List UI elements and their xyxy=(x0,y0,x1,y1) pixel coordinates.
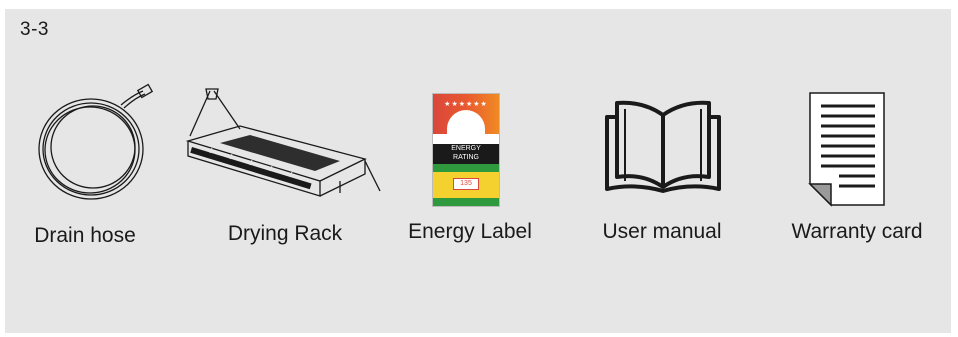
energy-label-dial xyxy=(447,110,485,144)
section-label: 3-3 xyxy=(20,19,49,40)
energy-label-green-band xyxy=(433,164,499,172)
energy-label-title-band: ENERGY RATING xyxy=(433,144,499,164)
energy-label-line2: RATING xyxy=(453,154,479,161)
warranty-card-icon xyxy=(808,92,885,207)
item-label: Drain hose xyxy=(34,224,136,247)
energy-label-icon: ★★★★★★ ENERGY RATING 135 xyxy=(432,93,500,207)
energy-label-stars: ★★★★★★ xyxy=(444,101,488,108)
energy-label-footer-band xyxy=(433,198,499,206)
item-label: Warranty card xyxy=(791,220,923,243)
item-label: Drying Rack xyxy=(227,222,343,245)
accessories-panel: 3-3 Drain hose Drying Rack ★★★★★★ ENERGY… xyxy=(5,9,951,333)
energy-label-value: 135 xyxy=(453,178,479,190)
item-label: Energy Label xyxy=(408,220,532,243)
energy-label-line1: ENERGY xyxy=(451,145,481,152)
drying-rack-icon xyxy=(185,88,381,197)
book-icon xyxy=(605,100,721,193)
drain-hose-icon xyxy=(38,83,154,200)
item-label: User manual xyxy=(602,220,722,243)
